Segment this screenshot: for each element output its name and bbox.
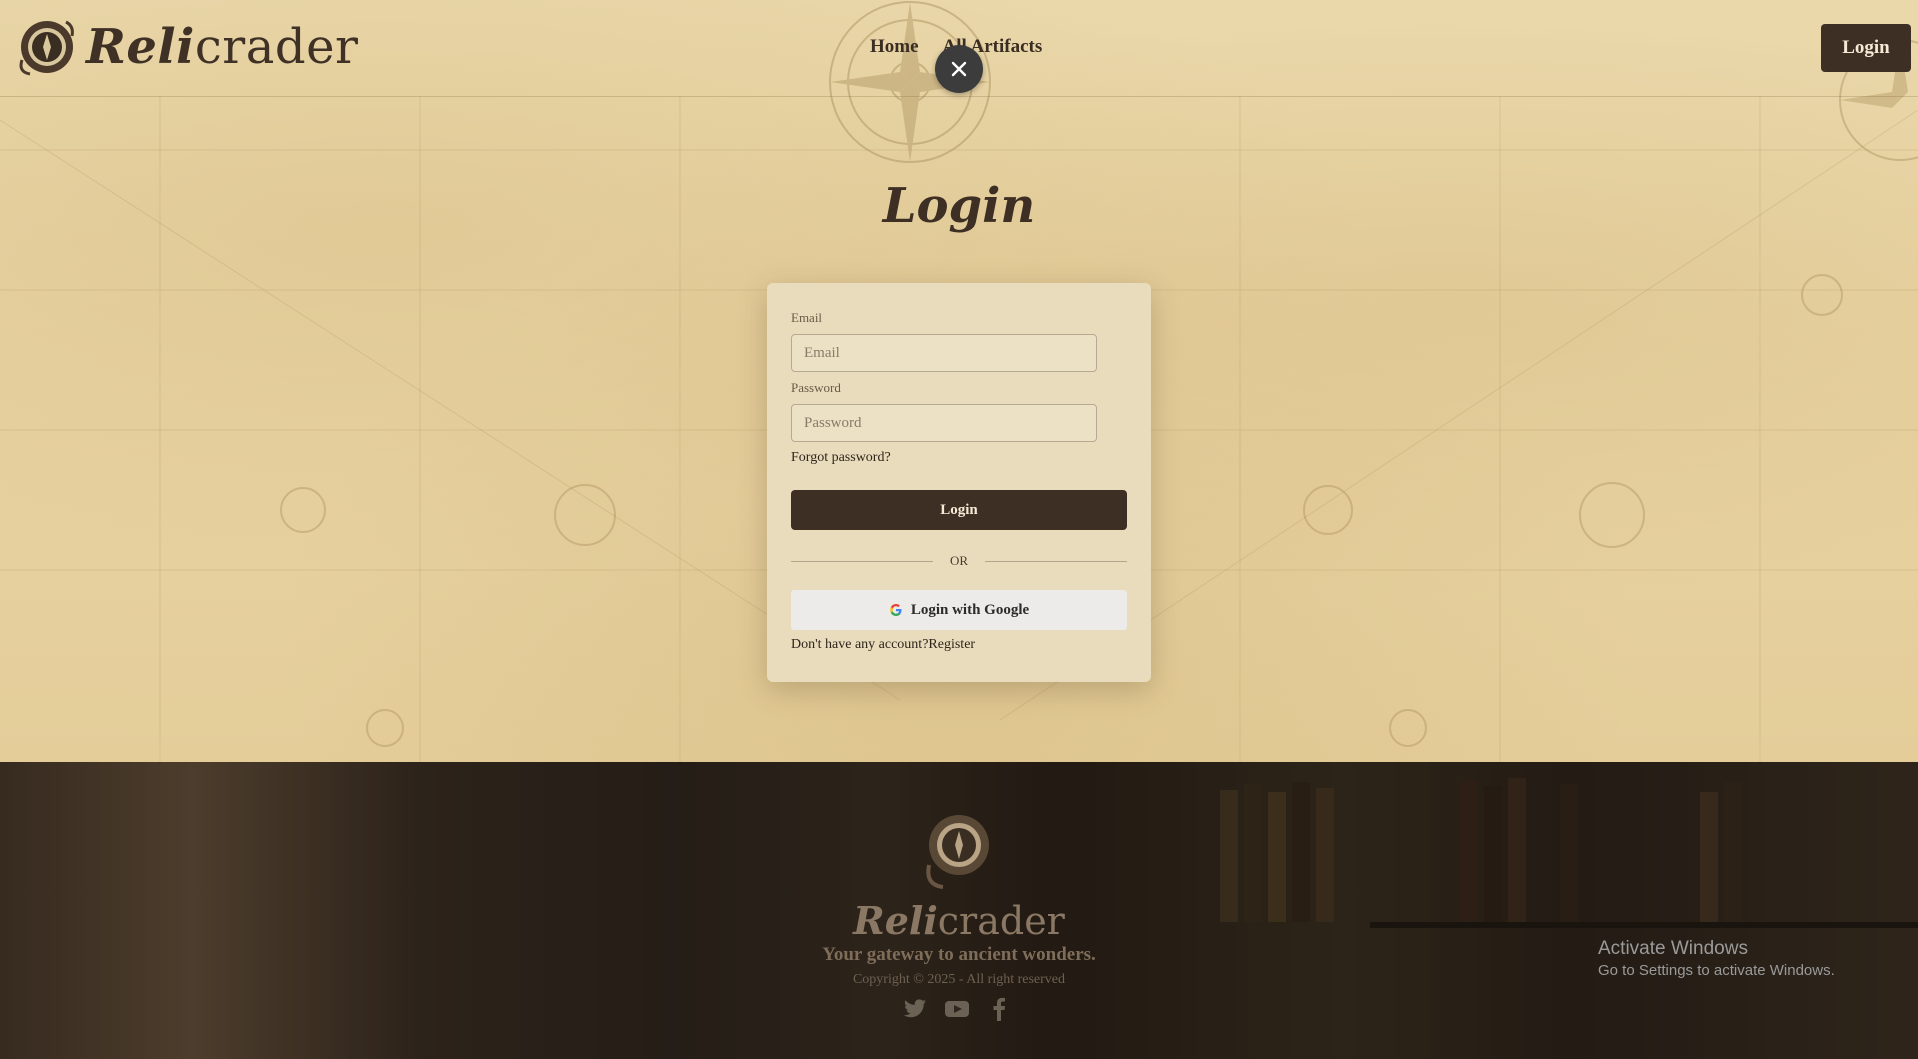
google-login-button[interactable]: Login with Google [791, 590, 1127, 630]
page-title: Login [882, 178, 1036, 234]
google-button-label: Login with Google [910, 601, 1030, 618]
brand[interactable]: Relicrader [16, 16, 358, 78]
register-link[interactable]: Register [928, 637, 975, 652]
divider-line-right [985, 561, 1127, 562]
twitter-link[interactable] [902, 996, 928, 1022]
youtube-link[interactable] [944, 996, 970, 1022]
windows-activation-watermark: Activate Windows Go to Settings to activ… [1598, 938, 1835, 979]
close-button[interactable] [935, 45, 983, 93]
close-icon [951, 61, 967, 77]
forgot-password-link[interactable]: Forgot password? [791, 450, 891, 466]
facebook-icon [993, 997, 1005, 1021]
or-divider: OR [791, 551, 1127, 571]
no-account-text: Don't have any account? [791, 637, 929, 652]
activate-title: Activate Windows [1598, 938, 1748, 959]
password-field[interactable] [791, 404, 1097, 442]
login-submit-button[interactable]: Login [791, 490, 1127, 530]
youtube-icon [945, 1001, 969, 1017]
compass-logo-icon [19, 20, 74, 76]
email-field[interactable] [791, 334, 1097, 372]
social-links [902, 996, 1012, 1022]
twitter-icon [904, 999, 926, 1018]
nav-home[interactable]: Home [870, 36, 919, 58]
register-row: Don't have any account?Register [791, 637, 975, 653]
facebook-link[interactable] [986, 996, 1012, 1022]
password-label: Password [791, 380, 841, 395]
footer-compass-logo-icon [926, 815, 989, 889]
brand-name: Relicrader [86, 19, 359, 75]
login-card: Email Password Forgot password? Login OR… [767, 283, 1151, 682]
footer-brand-name: Relicrader [853, 898, 1065, 943]
email-label: Email [791, 310, 823, 325]
activate-subtitle: Go to Settings to activate Windows. [1598, 962, 1835, 979]
google-icon [890, 604, 902, 616]
header-login-button[interactable]: Login [1821, 24, 1911, 72]
